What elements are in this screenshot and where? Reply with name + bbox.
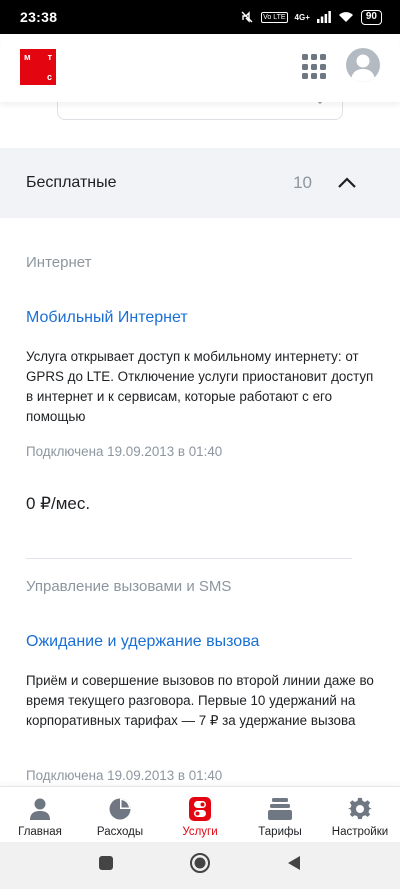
service-description: Услуга открывает доступ к мобильному инт… xyxy=(26,349,374,424)
home-icon[interactable] xyxy=(189,852,211,879)
service-date: Подключена 19.09.2013 в 01:40 xyxy=(26,444,223,459)
wifi-icon xyxy=(338,12,353,22)
category-heading: Управление вызовами и SMS xyxy=(26,578,232,595)
services-toggle-icon xyxy=(187,796,213,822)
mute-icon xyxy=(241,11,253,23)
back-icon[interactable] xyxy=(286,855,302,876)
status-icons: Vo LTE 4G+ 90 xyxy=(240,9,382,25)
signal-icon xyxy=(316,11,331,23)
services-grid-icon[interactable] xyxy=(302,54,328,80)
nav-item-services[interactable]: Услуги xyxy=(160,787,240,842)
nav-item-settings[interactable]: Настройки xyxy=(320,787,400,842)
network-gen: 4G+ xyxy=(294,12,310,22)
nav-item-expenses[interactable]: Расходы xyxy=(80,787,160,842)
divider xyxy=(26,558,352,559)
nav-label: Настройки xyxy=(331,826,389,838)
nav-label: Главная xyxy=(18,826,62,838)
app-header: м т с xyxy=(0,34,400,102)
person-icon xyxy=(27,796,53,822)
service-date: Подключена 19.09.2013 в 01:40 xyxy=(26,768,223,783)
status-time: 23:38 xyxy=(20,9,58,25)
category-heading: Интернет xyxy=(26,254,92,271)
pie-chart-icon xyxy=(107,796,133,822)
gear-icon xyxy=(347,796,373,822)
chevron-up-icon[interactable] xyxy=(334,170,360,196)
service-description: Приём и совершение вызовов по второй лин… xyxy=(26,673,374,728)
bottom-nav: Главная Расходы Услуги Тарифы Настройки xyxy=(0,786,400,842)
battery-indicator: 90 xyxy=(360,9,382,25)
logo-letter: т xyxy=(47,52,52,62)
status-bar: 23:38 Vo LTE 4G+ 90 xyxy=(0,0,400,34)
stack-icon xyxy=(267,796,293,822)
section-title: Бесплатные xyxy=(26,174,117,191)
nav-item-home[interactable]: Главная xyxy=(0,787,80,842)
recents-icon[interactable] xyxy=(98,855,114,876)
mts-logo[interactable]: м т с xyxy=(20,49,56,85)
logo-letter: м xyxy=(24,52,31,62)
system-nav-bar xyxy=(0,842,400,889)
logo-letter: с xyxy=(46,72,52,82)
nav-label: Услуги xyxy=(182,826,218,838)
service-title-link[interactable]: Ожидание и удержание вызова xyxy=(26,633,259,651)
volte-badge: Vo LTE xyxy=(261,11,288,23)
service-title-link[interactable]: Мобильный Интернет xyxy=(26,309,188,327)
avatar-icon[interactable] xyxy=(346,48,380,82)
nav-label: Тарифы xyxy=(258,826,302,838)
service-price: 0 ₽/мес. xyxy=(26,494,91,513)
nav-item-tariffs[interactable]: Тарифы xyxy=(240,787,320,842)
section-count: 10 xyxy=(293,173,312,192)
section-header[interactable]: Бесплатные 10 xyxy=(0,148,400,218)
nav-label: Расходы xyxy=(96,826,144,838)
